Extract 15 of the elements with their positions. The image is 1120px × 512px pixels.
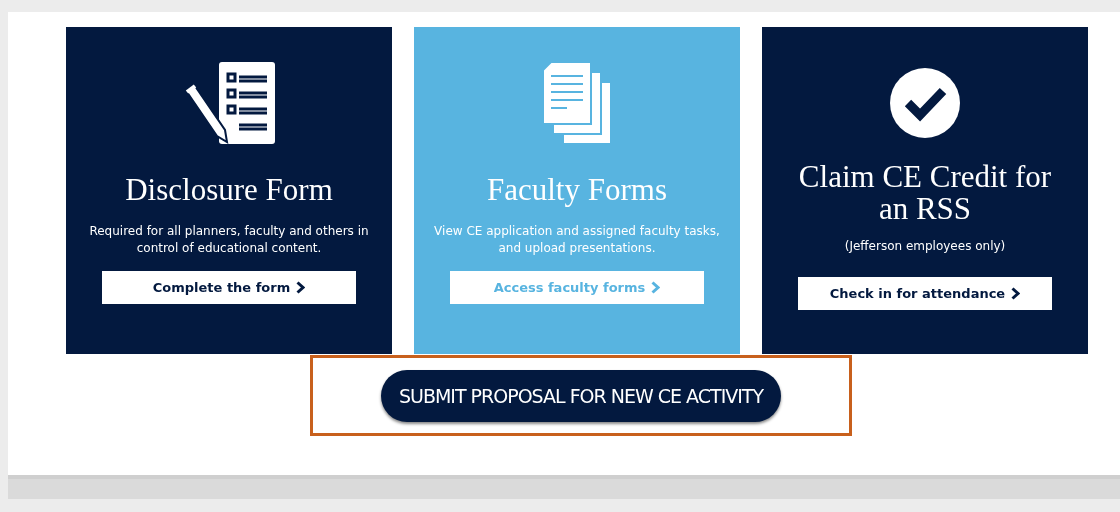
checkmark-circle-icon bbox=[889, 67, 961, 139]
card-description: View CE application and assigned faculty tasks, and upload presentations. bbox=[434, 223, 720, 257]
card-title: Disclosure Form bbox=[125, 171, 333, 209]
checklist-icon bbox=[183, 60, 275, 146]
card-title: Claim CE Credit for an RSS bbox=[797, 161, 1053, 225]
card-description: (Jefferson employees only) bbox=[844, 237, 1006, 255]
submit-proposal-button[interactable]: SUBMIT PROPOSAL FOR NEW CE ACTIVITY bbox=[380, 369, 782, 422]
card-description: Required for all planners, faculty and others in control of educational content. bbox=[88, 223, 370, 257]
card-link-button[interactable]: Complete the form bbox=[102, 271, 356, 304]
chevron-icon bbox=[651, 281, 661, 294]
documents-icon bbox=[541, 60, 613, 146]
card-title: Faculty Forms bbox=[487, 171, 667, 209]
card-link-button[interactable]: Check in for attendance bbox=[798, 277, 1052, 310]
chevron-icon bbox=[1011, 287, 1021, 300]
chevron-icon bbox=[296, 281, 306, 294]
